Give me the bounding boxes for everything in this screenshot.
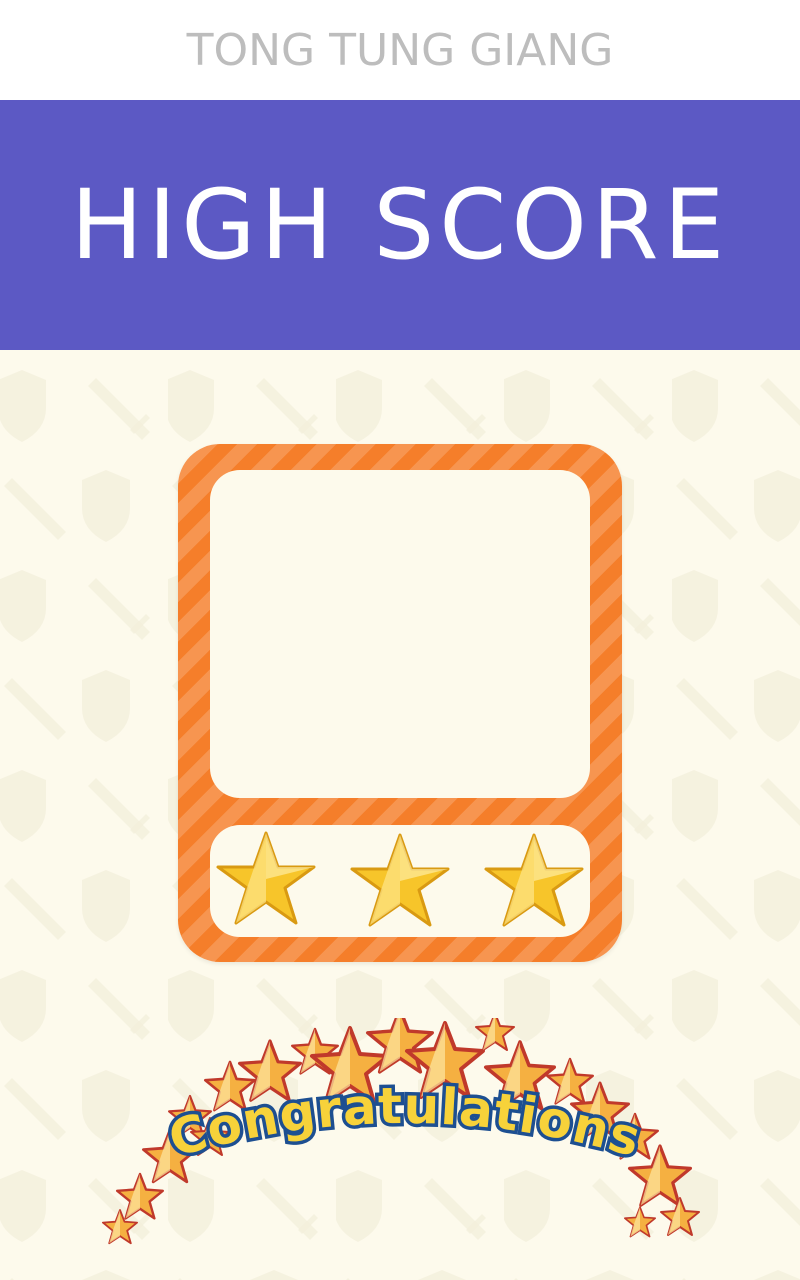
app-title: TONG TUNG GIANG bbox=[0, 0, 800, 100]
star-2-icon bbox=[350, 833, 450, 927]
high-score-banner: HIGH SCORE bbox=[0, 100, 800, 350]
congratulations-banner: Congratulations bbox=[102, 1018, 700, 1245]
star-rating bbox=[210, 825, 590, 937]
star-3-icon bbox=[484, 833, 584, 927]
star-1-icon bbox=[216, 831, 316, 925]
score-card bbox=[178, 444, 622, 962]
score-display bbox=[210, 470, 590, 798]
